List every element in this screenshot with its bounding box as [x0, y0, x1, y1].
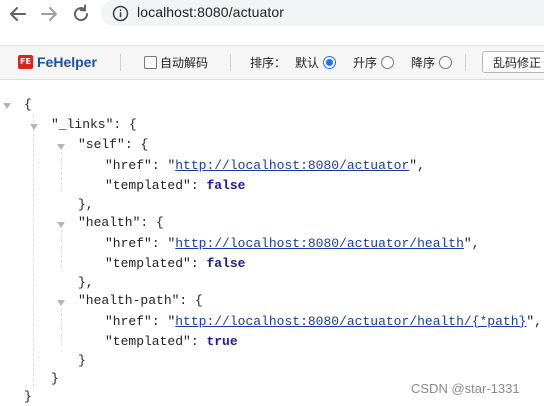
json-key: "health-path" [78, 293, 180, 308]
json-key: "self" [78, 137, 125, 152]
json-line: "href": "http://localhost:8080/actuator/… [105, 236, 480, 251]
auto-decode-checkbox[interactable] [144, 56, 157, 69]
json-line: } [78, 353, 86, 368]
json-line: }, [78, 197, 94, 212]
json-line: "health": { [78, 215, 164, 230]
toolbar-divider [120, 54, 121, 71]
json-key: "href" [105, 314, 152, 329]
auto-decode-option[interactable]: 自动解码 [144, 54, 208, 71]
indent-guide [33, 114, 34, 386]
toolbar-divider [465, 54, 466, 71]
href-link[interactable]: http://localhost:8080/actuator/health [175, 236, 464, 251]
json-key: "href" [105, 236, 152, 251]
fehelper-toolbar: FE FeHelper 自动解码 排序： 默认 升序 降序 乱码修正 [0, 45, 544, 80]
json-line: "health-path": { [78, 293, 203, 308]
sort-option-desc[interactable]: 降序 [408, 54, 453, 71]
sort-option-label: 默认 [295, 56, 320, 70]
info-icon[interactable] [112, 5, 129, 22]
sort-default-radio[interactable] [323, 56, 337, 69]
json-key: "_links" [51, 117, 114, 132]
boolean-value: false [206, 178, 246, 193]
sort-label: 排序： [250, 56, 287, 70]
json-line: } [51, 371, 59, 386]
json-key: "templated" [105, 256, 191, 271]
browser-toolbar: localhost:8080/actuator [0, 0, 544, 30]
address-bar[interactable]: localhost:8080/actuator [101, 0, 544, 26]
json-line: "templated": false [105, 178, 246, 193]
sort-asc-radio[interactable] [381, 56, 395, 69]
json-line: "href": "http://localhost:8080/actuator"… [105, 158, 425, 173]
boolean-value: true [206, 334, 238, 349]
sort-option-label: 升序 [353, 56, 378, 70]
json-key: "href" [105, 158, 152, 173]
indent-guide [61, 308, 62, 346]
reload-icon[interactable] [70, 4, 92, 24]
href-link[interactable]: http://localhost:8080/actuator/health/{*… [175, 314, 526, 329]
back-arrow-icon[interactable] [7, 4, 29, 24]
fix-encoding-button[interactable]: 乱码修正 [482, 51, 544, 73]
forward-arrow-icon[interactable] [38, 4, 60, 24]
json-key: "templated" [105, 178, 191, 193]
collapse-toggle-icon[interactable] [30, 124, 38, 130]
href-link[interactable]: http://localhost:8080/actuator [175, 158, 409, 173]
toolbar-divider [230, 54, 231, 71]
watermark: CSDN @star-1331 [411, 381, 520, 396]
boolean-value: false [206, 256, 246, 271]
indent-guide [61, 152, 62, 190]
auto-decode-label: 自动解码 [160, 56, 209, 70]
collapse-toggle-icon[interactable] [57, 222, 65, 228]
collapse-toggle-icon[interactable] [3, 103, 11, 109]
sort-desc-radio[interactable] [439, 56, 453, 69]
collapse-toggle-icon[interactable] [57, 144, 65, 150]
json-line: "href": "http://localhost:8080/actuator/… [105, 314, 542, 329]
url-text[interactable]: localhost:8080/actuator [137, 4, 284, 20]
json-line: "templated": true [105, 334, 238, 349]
fehelper-logo-text: FeHelper [37, 54, 97, 70]
sort-option-default[interactable]: 默认 [292, 54, 337, 71]
collapse-toggle-icon[interactable] [57, 300, 65, 306]
indent-guide [61, 230, 62, 268]
json-line: "self": { [78, 137, 149, 152]
sort-group: 排序： 默认 升序 降序 [247, 54, 453, 71]
json-line: "_links": { [51, 117, 137, 132]
json-line: } [24, 389, 32, 404]
fehelper-logo-icon: FE [18, 55, 33, 69]
json-key: "health" [78, 215, 141, 230]
brace: { [24, 97, 32, 112]
json-line: { [24, 96, 32, 114]
json-line: }, [78, 275, 94, 290]
json-key: "templated" [105, 334, 191, 349]
sort-option-asc[interactable]: 升序 [350, 54, 395, 71]
fehelper-logo[interactable]: FE FeHelper [18, 54, 97, 70]
sort-option-label: 降序 [411, 56, 436, 70]
json-line: "templated": false [105, 256, 246, 271]
